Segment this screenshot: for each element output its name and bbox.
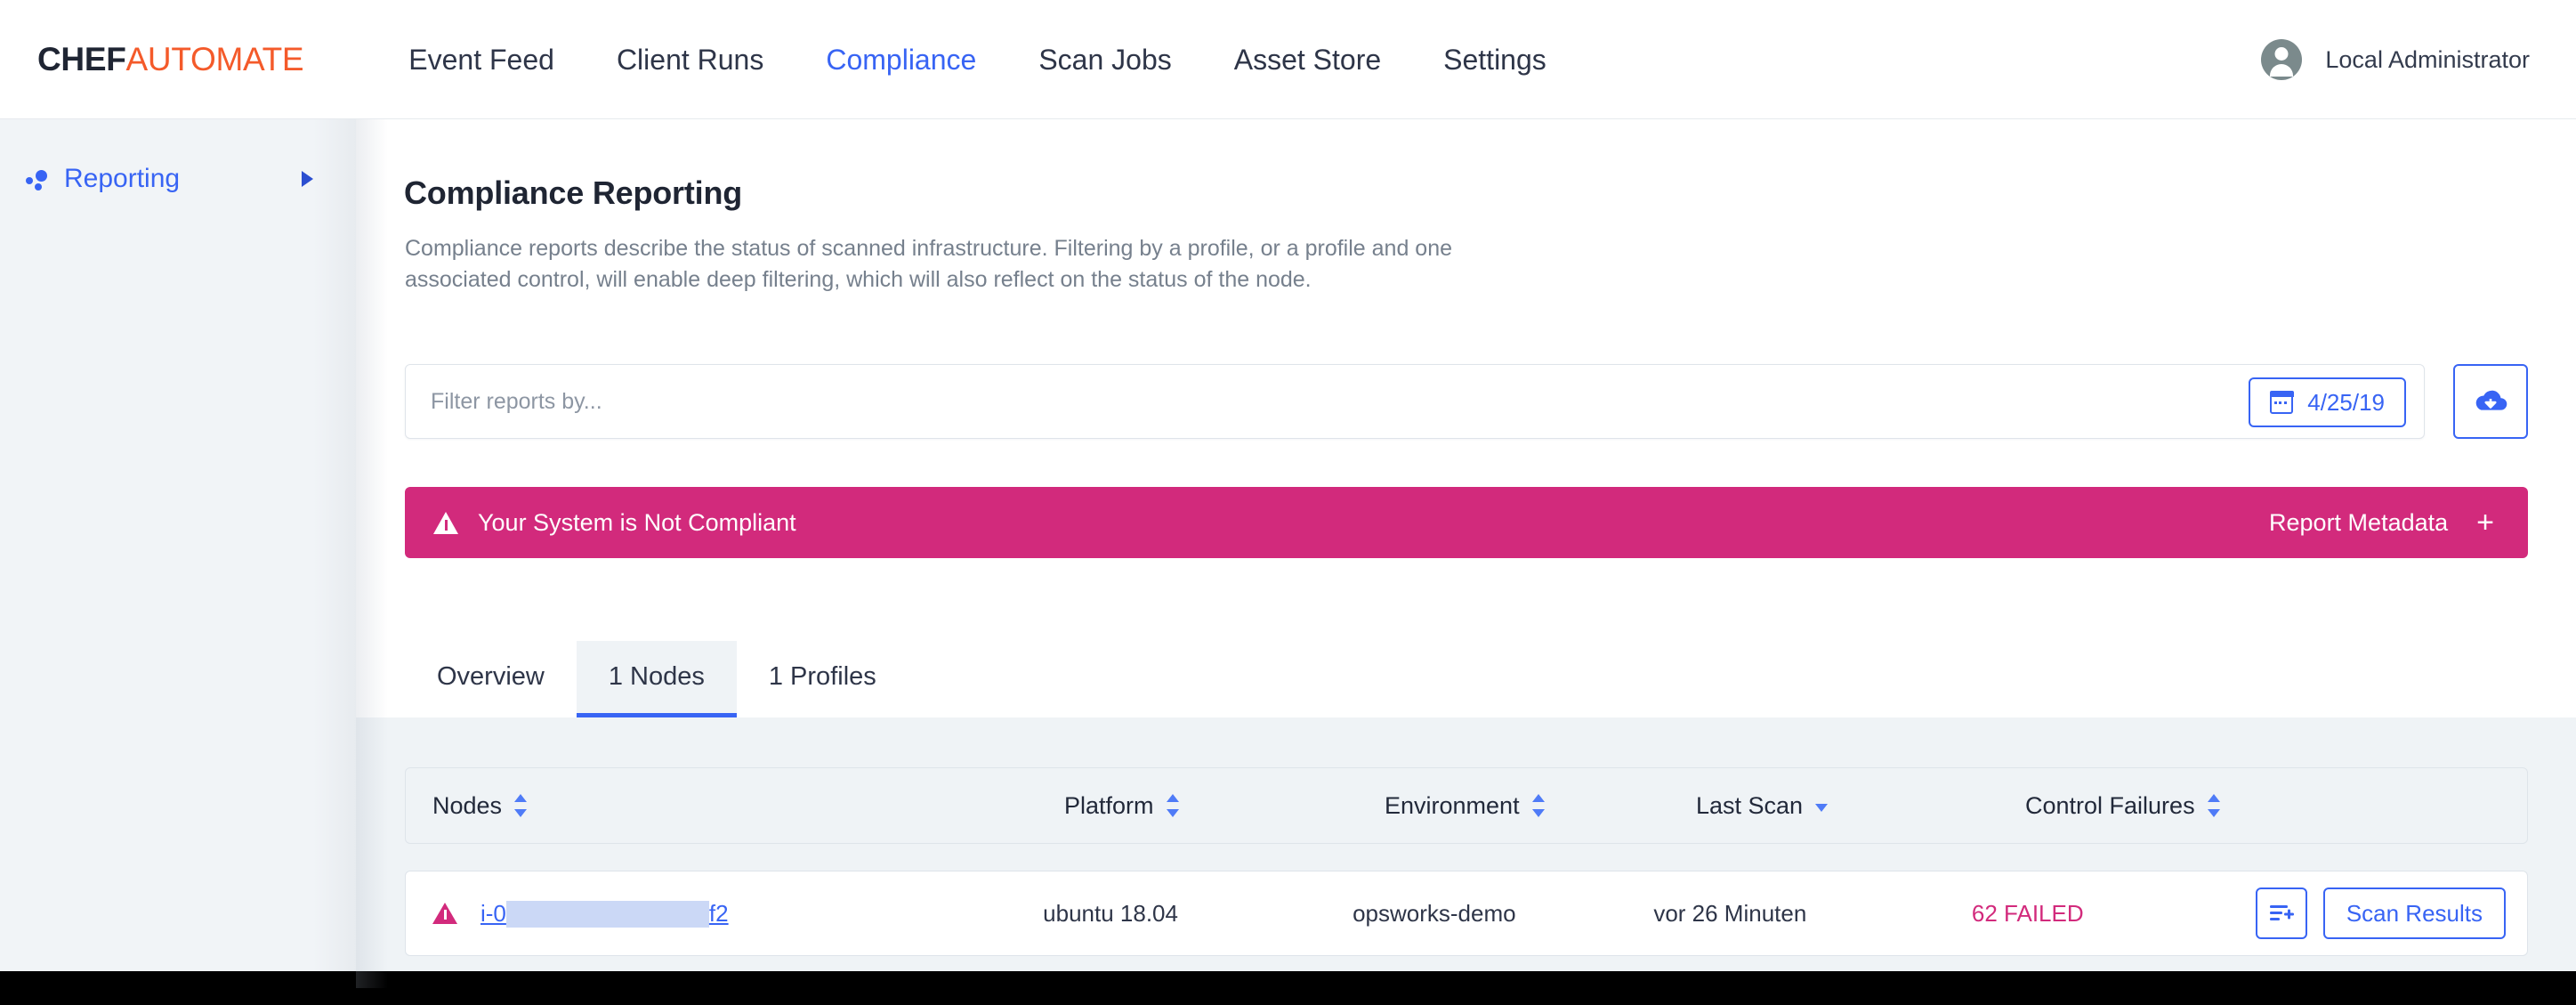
caret-right-icon[interactable]	[302, 171, 313, 187]
column-header-last-scan-label: Last Scan	[1696, 791, 1804, 819]
nav-item-scan-jobs[interactable]: Scan Jobs	[1007, 45, 1202, 74]
table-row[interactable]: i-0 f2 ubuntu 18.04 opsworks-demo vor 26 …	[405, 871, 2528, 956]
column-header-control-failures[interactable]: Control Failures	[2025, 792, 2319, 820]
report-metadata-label: Report Metadata	[2269, 508, 2449, 536]
page-description: Compliance reports describe the status o…	[405, 236, 1453, 292]
user-avatar-icon	[2261, 39, 2303, 80]
column-header-control-failures-cell: Control Failures	[2025, 792, 2319, 820]
plus-icon: +	[2476, 506, 2494, 539]
report-metadata-toggle[interactable]: Report Metadata +	[2269, 507, 2494, 538]
sort-icon-environment[interactable]	[1531, 792, 1545, 819]
sidebar-item-reporting[interactable]: Reporting	[0, 148, 356, 210]
node-name-link[interactable]: i-0 f2	[480, 900, 729, 928]
column-header-nodes-label: Nodes	[432, 791, 503, 819]
add-to-list-button[interactable]	[2255, 887, 2307, 939]
row-node-cell: i-0 f2	[406, 900, 1043, 928]
control-failures-badge: 62 FAILED	[1971, 899, 2084, 927]
add-to-list-icon	[2269, 905, 2294, 920]
sidebar-item-label: Reporting	[64, 164, 181, 193]
node-name-redacted	[505, 900, 709, 928]
node-name-prefix: i-0	[480, 899, 506, 927]
search-input[interactable]	[431, 365, 1587, 438]
column-header-environment-cell: Environment	[1385, 792, 1696, 820]
sort-icon-control-failures[interactable]	[2207, 792, 2220, 819]
logo-automate-text: AUTOMATE	[125, 41, 304, 77]
nav-item-asset-store[interactable]: Asset Store	[1203, 45, 1412, 74]
compliance-alert-banner: Your System is Not Compliant Report Meta…	[405, 487, 2528, 558]
bottom-black-bar	[0, 971, 2576, 988]
cloud-download-icon	[2475, 390, 2507, 410]
row-last-scan-cell: vor 26 Minuten	[1653, 899, 1807, 927]
sidebar: Reporting	[0, 119, 356, 988]
nav-item-settings[interactable]: Settings	[1412, 45, 1578, 74]
column-header-environment[interactable]: Environment	[1385, 792, 1696, 820]
row-environment-cell: opsworks-demo	[1353, 899, 1516, 927]
report-tabs: Overview 1 Nodes 1 Profiles	[405, 641, 908, 717]
column-header-last-scan[interactable]: Last Scan	[1696, 792, 2025, 820]
date-picker-button[interactable]: 4/25/19	[2249, 377, 2406, 427]
application-window: CHEFAUTOMATE Event Feed Client Runs Comp…	[0, 0, 2576, 988]
calendar-icon	[2269, 391, 2294, 414]
warning-triangle-icon	[433, 511, 458, 534]
tab-profiles[interactable]: 1 Profiles	[737, 641, 908, 717]
column-header-nodes-cell: Nodes	[406, 792, 1064, 820]
column-header-platform-cell: Platform	[1064, 792, 1385, 820]
chef-automate-logo[interactable]: CHEFAUTOMATE	[37, 41, 304, 77]
nav-item-compliance[interactable]: Compliance	[795, 45, 1007, 74]
warning-triangle-icon	[432, 903, 457, 924]
sort-icon-platform[interactable]	[1166, 792, 1179, 819]
primary-menu: Event Feed Client Runs Compliance Scan J…	[377, 45, 1577, 74]
sort-icon-nodes[interactable]	[514, 792, 528, 819]
row-actions-cell: Scan Results	[2255, 887, 2527, 939]
nav-item-event-feed[interactable]: Event Feed	[377, 45, 585, 74]
top-navigation-bar: CHEFAUTOMATE Event Feed Client Runs Comp…	[0, 0, 2576, 119]
node-name-suffix: f2	[708, 899, 729, 927]
user-name-label: Local Administrator	[2325, 45, 2530, 73]
logo-chef-text: CHEF	[37, 41, 126, 77]
row-platform-cell: ubuntu 18.04	[1043, 899, 1178, 927]
tab-overview[interactable]: Overview	[405, 641, 577, 717]
alert-message: Your System is Not Compliant	[478, 508, 796, 536]
date-picker-value: 4/25/19	[2307, 388, 2385, 416]
user-account-area[interactable]: Local Administrator	[2261, 0, 2530, 119]
main-content: Compliance Reporting Compliance reports …	[356, 119, 2576, 988]
table-header: Nodes Platform Environment Last Scan Con…	[405, 767, 2528, 844]
column-header-platform[interactable]: Platform	[1064, 792, 1385, 820]
column-header-control-failures-label: Control Failures	[2025, 791, 2195, 819]
nav-item-client-runs[interactable]: Client Runs	[585, 45, 795, 74]
sort-icon-last-scan-desc[interactable]	[1815, 792, 1829, 819]
page-title: Compliance Reporting	[404, 174, 743, 211]
tab-nodes[interactable]: 1 Nodes	[576, 641, 737, 717]
row-control-failures-cell: 62 FAILED	[1972, 900, 2256, 928]
column-header-environment-label: Environment	[1385, 791, 1520, 819]
column-header-nodes[interactable]: Nodes	[432, 792, 1064, 820]
filter-row: 4/25/19	[405, 364, 2528, 439]
filter-box: 4/25/19	[405, 364, 2425, 439]
download-report-button[interactable]	[2453, 364, 2528, 439]
reporting-dots-icon	[25, 166, 52, 192]
column-header-last-scan-cell: Last Scan	[1696, 792, 2025, 820]
column-header-platform-label: Platform	[1064, 791, 1154, 819]
scan-results-button[interactable]: Scan Results	[2322, 887, 2506, 939]
